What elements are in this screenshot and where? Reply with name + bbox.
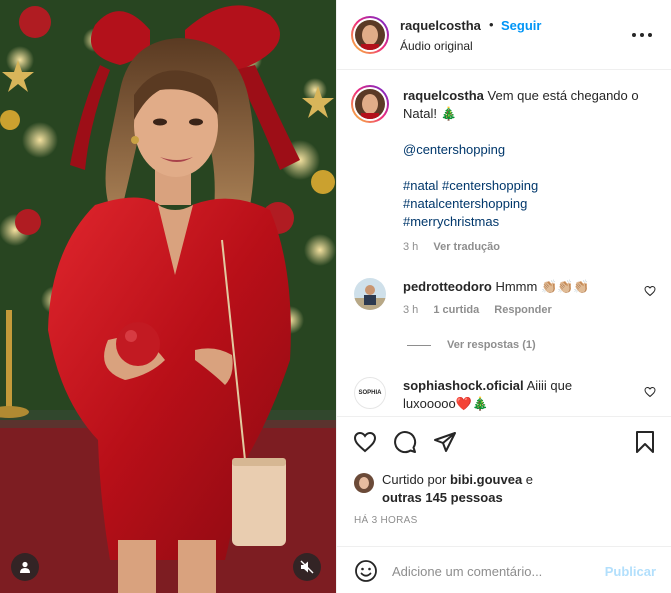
hashtag-link[interactable]: #natalcentershopping xyxy=(403,195,527,213)
caption: raquelcostha Vem que está chegando o Nat… xyxy=(403,87,653,256)
comment-composer: Publicar xyxy=(337,546,671,593)
likes-summary: Curtido por bibi.gouvea e outras 145 pes… xyxy=(354,471,533,507)
comment-username[interactable]: sophiashock.oficial xyxy=(403,378,524,393)
author-avatar[interactable] xyxy=(351,16,389,54)
avatar-logo-text: SOPHIA xyxy=(358,390,382,396)
comment-like-heart-icon[interactable] xyxy=(644,285,656,297)
translate-link[interactable]: Ver tradução xyxy=(433,241,500,253)
like-button[interactable] xyxy=(352,429,378,455)
comment-time: 3 h xyxy=(403,304,419,316)
liker-avatar-image xyxy=(354,473,374,493)
author-username[interactable]: raquelcostha xyxy=(400,18,481,33)
commenter-avatar[interactable] xyxy=(354,278,386,310)
tagged-users-button[interactable] xyxy=(11,553,39,581)
dot xyxy=(640,33,644,37)
bookmark-icon xyxy=(636,431,654,453)
separator-dot: • xyxy=(489,17,494,32)
person-icon xyxy=(20,561,30,573)
paper-plane-icon xyxy=(434,432,456,452)
hashtag-link[interactable]: #natal xyxy=(403,177,438,195)
mention-link[interactable]: @centershopping xyxy=(403,141,505,159)
liker-username[interactable]: bibi.gouvea xyxy=(450,472,522,487)
likes-connector: e xyxy=(525,472,534,487)
caption-avatar[interactable] xyxy=(351,85,389,123)
comment-like-heart-icon[interactable] xyxy=(644,386,656,398)
comment-button[interactable] xyxy=(392,429,418,455)
view-replies[interactable]: Ver respostas (1) xyxy=(407,339,536,351)
more-options-button[interactable] xyxy=(632,27,652,43)
post-timestamp[interactable]: HÁ 3 HORAS xyxy=(354,515,418,526)
post-side-panel: raquelcostha • Seguir Áudio original raq… xyxy=(336,0,671,593)
author-avatar-image xyxy=(355,20,385,50)
post-media[interactable] xyxy=(0,0,336,593)
reply-button[interactable]: Responder xyxy=(494,304,551,316)
likes-prefix: Curtido por xyxy=(382,472,447,487)
commenter-avatar-image xyxy=(354,278,386,310)
caption-username[interactable]: raquelcostha xyxy=(403,88,484,103)
comment: sophiashock.oficial Aiiii que luxooooo❤️… xyxy=(403,377,603,413)
dot xyxy=(632,33,636,37)
comment-meta: 3 h 1 curtida Responder xyxy=(403,304,552,316)
post-header: raquelcostha • Seguir Áudio original xyxy=(337,0,671,70)
comment-input[interactable] xyxy=(392,561,592,581)
heart-icon xyxy=(353,431,377,453)
caption-time: 3 h xyxy=(403,241,419,253)
share-button[interactable] xyxy=(432,429,458,455)
comment-username[interactable]: pedrotteodoro xyxy=(403,279,492,294)
replies-line xyxy=(407,344,431,346)
comments-section[interactable]: raquelcostha Vem que está chegando o Nat… xyxy=(337,71,671,416)
likes-others-link[interactable]: outras 145 pessoas xyxy=(382,490,503,505)
post-actions: Curtido por bibi.gouvea e outras 145 pes… xyxy=(337,416,671,546)
audio-label[interactable]: Áudio original xyxy=(400,39,473,53)
publish-button[interactable]: Publicar xyxy=(605,564,656,579)
save-button[interactable] xyxy=(632,429,658,455)
hashtag-link[interactable]: #merrychristmas xyxy=(403,213,499,231)
comment-bubble-icon xyxy=(394,431,417,454)
emoji-icon[interactable] xyxy=(354,559,378,583)
follow-button[interactable]: Seguir xyxy=(501,18,541,33)
hashtag-link[interactable]: #centershopping xyxy=(442,177,538,195)
commenter-avatar[interactable]: SOPHIA xyxy=(354,377,386,409)
liker-avatar[interactable] xyxy=(354,473,374,493)
comment: pedrotteodoro Hmmm 👏🏼👏🏼👏🏼 xyxy=(403,278,638,296)
dot xyxy=(648,33,652,37)
comment-text: Hmmm 👏🏼👏🏼👏🏼 xyxy=(495,279,590,294)
caption-avatar-image xyxy=(355,89,385,119)
muted-speaker-icon xyxy=(300,560,314,574)
view-replies-label[interactable]: Ver respostas (1) xyxy=(447,339,536,351)
comment-likes-link[interactable]: 1 curtida xyxy=(433,304,479,316)
mute-button[interactable] xyxy=(293,553,321,581)
post-photo xyxy=(0,0,336,593)
